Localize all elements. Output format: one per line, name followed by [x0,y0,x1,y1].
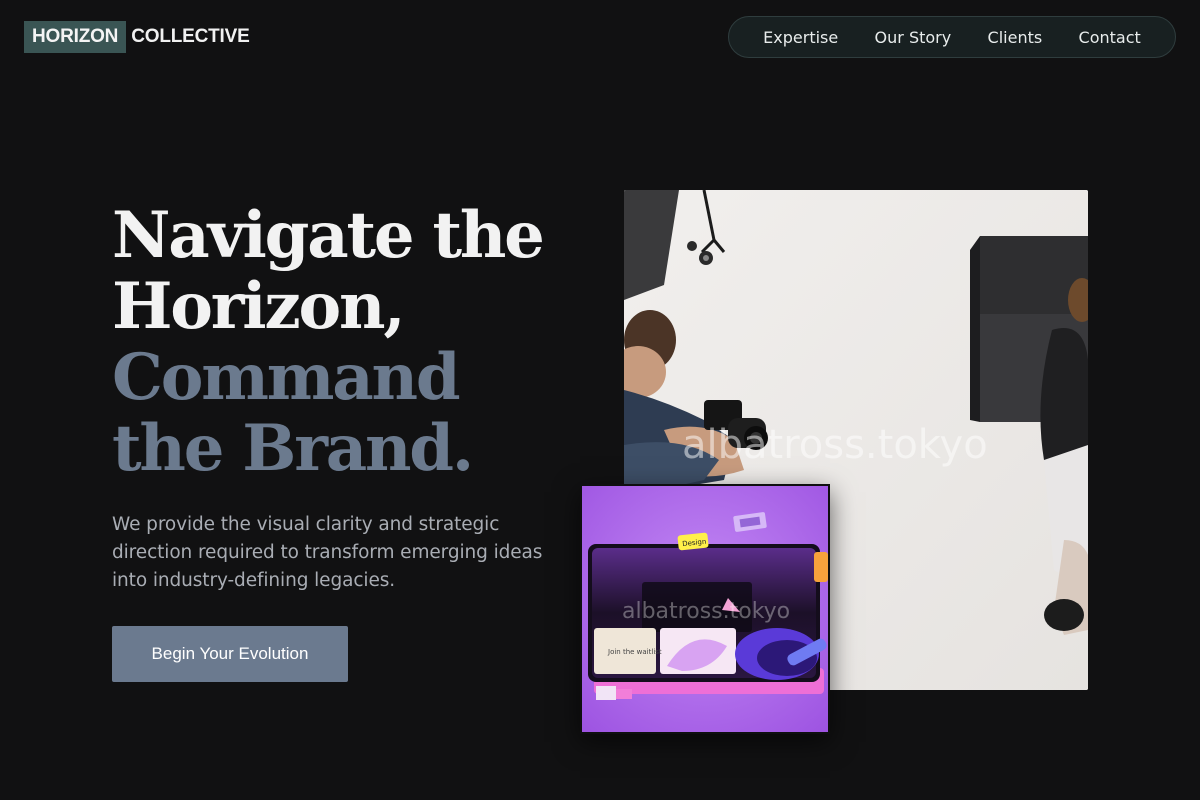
begin-evolution-button[interactable]: Begin Your Evolution [112,626,348,682]
mockup-card-caption: Join the waitlist [607,648,662,656]
inset-photo-watermark: albatross.tokyo [622,599,790,624]
headline-line-2: Horizon, [112,269,406,344]
headline-line-1: Navigate the [112,198,545,273]
hero-photo-mockup: Join the waitlist Design albatross.tokyo [580,484,830,734]
nav-link-clients[interactable]: Clients [988,28,1043,47]
landing-page: HORIZON COLLECTIVE Expertise Our Story C… [0,0,1200,800]
main-navigation: Expertise Our Story Clients Contact [728,16,1176,58]
logo-highlight: HORIZON [24,21,127,53]
hero-headline: Navigate the Horizon, Command the Brand. [112,200,592,484]
nav-link-expertise[interactable]: Expertise [763,28,838,47]
mockup-photo-illustration: Join the waitlist Design albatross.tokyo [582,486,828,732]
logo-text: COLLECTIVE [131,26,250,47]
nav-link-our-story[interactable]: Our Story [875,28,952,47]
main-photo-watermark: albatross.tokyo [682,422,988,468]
headline-line-3: Command [112,340,461,415]
nav-link-contact[interactable]: Contact [1079,28,1141,47]
headline-line-4: the Brand. [112,411,474,486]
hero-subtext: We provide the visual clarity and strate… [112,514,543,591]
brand-logo[interactable]: HORIZON COLLECTIVE [24,21,250,53]
